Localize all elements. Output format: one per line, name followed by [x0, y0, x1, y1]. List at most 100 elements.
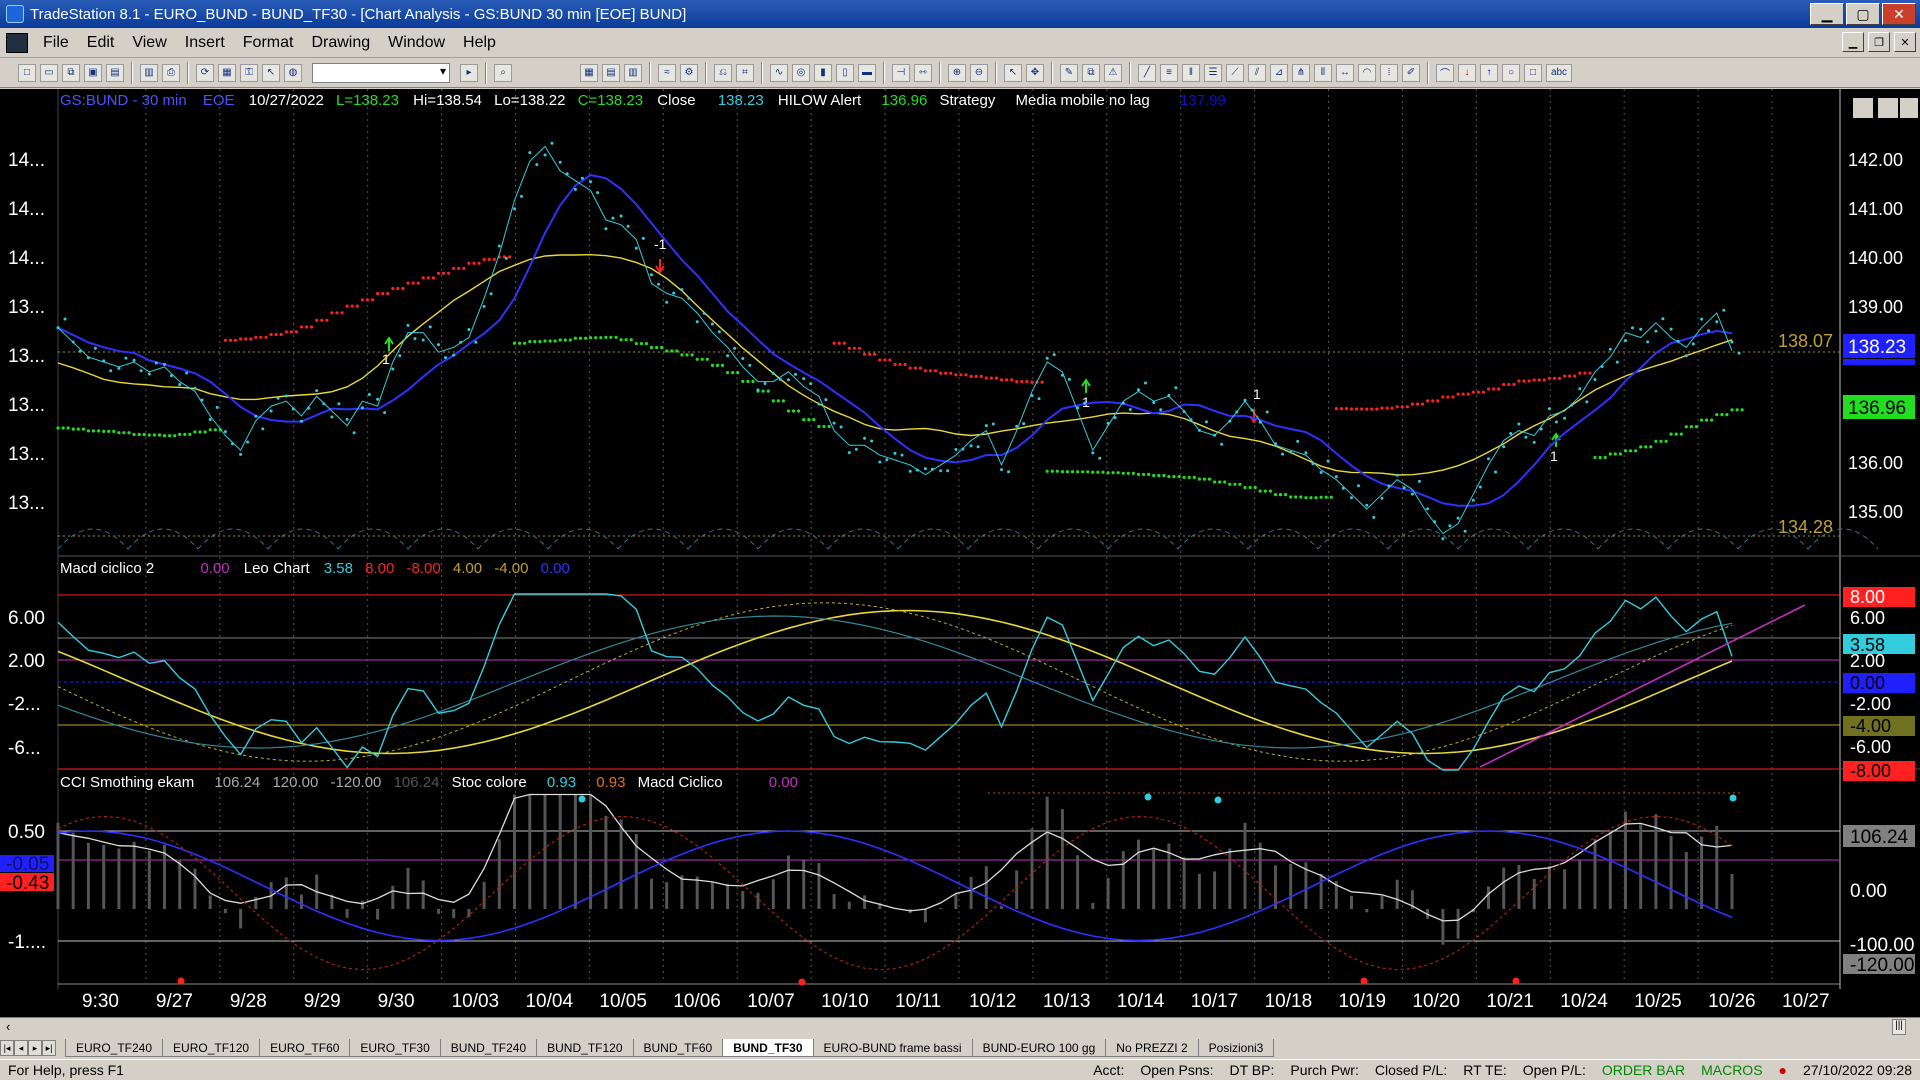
time-tick: 10/10 [821, 991, 869, 1012]
interval-icon[interactable]: ⊣ [892, 63, 910, 82]
tab-euro-tf60[interactable]: EURO_TF60 [259, 1039, 351, 1057]
tab-euro-tf120[interactable]: EURO_TF120 [162, 1039, 261, 1057]
refresh-icon[interactable]: ⟳ [196, 63, 214, 82]
close-button[interactable]: ✕ [1882, 3, 1916, 25]
folder-icon[interactable]: ▤ [106, 63, 124, 82]
tab-last-icon[interactable]: ▸| [42, 1040, 56, 1056]
open-icon[interactable]: ▭ [40, 63, 58, 82]
lock-icon[interactable]: ⚿ [240, 63, 258, 82]
menu-drawing[interactable]: Drawing [302, 34, 379, 52]
vertical-line-icon[interactable]: ‖ [1182, 63, 1200, 82]
tab-no-prezzi-2[interactable]: No PREZZI 2 [1105, 1039, 1199, 1057]
tab-first-icon[interactable]: |◂ [0, 1040, 14, 1056]
tab-euro-tf240[interactable]: EURO_TF240 [65, 1039, 164, 1057]
menu-window[interactable]: Window [379, 34, 454, 52]
up-arrow-icon[interactable]: ↑ [1480, 63, 1498, 82]
cursor-tool-icon[interactable]: ↖ [262, 63, 280, 82]
indicator-icon[interactable]: ∿ [770, 63, 788, 82]
zoom-in-icon[interactable]: ⊕ [948, 63, 966, 82]
speed-line-icon[interactable]: ⦙ [1380, 63, 1398, 82]
tab-bund-tf240[interactable]: BUND_TF240 [439, 1039, 538, 1057]
menu-insert[interactable]: Insert [176, 34, 234, 52]
maximize-button[interactable]: ▢ [1846, 3, 1880, 25]
symbol-combo[interactable] [312, 62, 450, 83]
tab-bund-tf30[interactable]: BUND_TF30 [722, 1039, 814, 1057]
arc-icon[interactable]: ⌒ [1436, 63, 1454, 82]
mdi-close-button[interactable]: ✕ [1894, 32, 1916, 52]
portfolio-icon[interactable]: ⚙ [680, 63, 698, 82]
andrews-pitchfork-icon[interactable]: ⋔ [1292, 63, 1310, 82]
bar-chart-icon[interactable]: ▮ [814, 63, 832, 82]
tracking-icon[interactable]: ✥ [1026, 63, 1044, 82]
zoom-out-icon[interactable]: ⊖ [970, 63, 988, 82]
line-chart-icon[interactable]: ▬ [858, 63, 876, 82]
chart-canvas[interactable]: GS:BUND - 30 min EOE 10/27/2022 L=138.23… [0, 89, 1920, 1017]
find-icon[interactable]: ⌕ [494, 63, 512, 82]
menu-help[interactable]: Help [454, 34, 505, 52]
trendline-icon[interactable]: ╱ [1138, 63, 1156, 82]
data-range-icon[interactable]: ⇿ [914, 63, 932, 82]
hilow-dot [1568, 374, 1572, 378]
price-bar-dot [170, 374, 173, 378]
cycle-icon[interactable]: ◠ [1358, 63, 1376, 82]
tab-bund-euro-100gg[interactable]: BUND-EURO 100 gg [971, 1039, 1107, 1057]
macros-button[interactable]: MACROS [1693, 1062, 1770, 1078]
mdi-minimize-button[interactable]: ▁ [1842, 32, 1864, 52]
candle-icon[interactable]: ▯ [836, 63, 854, 82]
chart-window-icon[interactable]: ▦ [580, 63, 598, 82]
tools-icon[interactable]: ✎ [1060, 63, 1078, 82]
copy-window-icon[interactable]: ⧉ [62, 63, 80, 82]
showme-icon[interactable]: ◎ [792, 63, 810, 82]
order-bar-button[interactable]: ORDER BAR [1594, 1062, 1693, 1078]
price-bar-dot [1235, 410, 1239, 414]
tab-bund-tf120[interactable]: BUND_TF120 [536, 1039, 634, 1057]
insert-analysis-icon[interactable]: ⎌ [714, 63, 732, 82]
tab-prev-icon[interactable]: ◂ [14, 1040, 28, 1056]
pane-close-button[interactable] [1900, 98, 1918, 118]
channel-icon[interactable]: ⫽ [1248, 63, 1266, 82]
menu-view[interactable]: View [123, 34, 175, 52]
tab-euro-bund-frame-bassi[interactable]: EURO-BUND frame bassi [812, 1039, 973, 1057]
radar-icon[interactable]: ▥ [624, 63, 642, 82]
scroll-left-arrow[interactable]: ‹ [6, 1019, 10, 1034]
horizontal-line-icon[interactable]: ≡ [1160, 63, 1178, 82]
alert-icon[interactable]: ⚠ [1104, 63, 1122, 82]
matrix-icon[interactable]: ▤ [602, 63, 620, 82]
play-icon[interactable]: ▸ [460, 63, 478, 82]
arrange-icon[interactable]: ⧉ [1082, 63, 1100, 82]
time-zone-icon[interactable]: ⦀ [1314, 63, 1332, 82]
minimize-button[interactable]: ▁ [1810, 3, 1844, 25]
text-tool-icon[interactable]: abc [1546, 63, 1572, 82]
workspace-icon[interactable]: ▣ [84, 63, 102, 82]
chart-props-icon[interactable]: ▦ [218, 63, 236, 82]
pointer-icon[interactable]: ↖ [1004, 63, 1022, 82]
tab-posizioni3[interactable]: Posizioni3 [1197, 1039, 1275, 1057]
pencil-icon[interactable]: ✐ [1402, 63, 1420, 82]
pane-minimize-button[interactable] [1853, 98, 1873, 118]
pane-restore-button[interactable] [1878, 98, 1898, 118]
tab-next-icon[interactable]: ▸ [28, 1040, 42, 1056]
globe-icon[interactable]: ◍ [284, 63, 302, 82]
chart-analysis-window[interactable]: GS:BUND - 30 min EOE 10/27/2022 L=138.23… [0, 89, 1920, 1021]
menu-format[interactable]: Format [234, 34, 303, 52]
gann-fan-icon[interactable]: ⟋ [1226, 63, 1244, 82]
ellipse-icon[interactable]: ○ [1502, 63, 1520, 82]
insert-strategy-icon[interactable]: ⌗ [736, 63, 754, 82]
new-icon[interactable]: □ [18, 63, 36, 82]
chart-document-icon[interactable] [6, 32, 28, 53]
down-arrow-icon[interactable]: ↓ [1458, 63, 1476, 82]
mdi-restore-button[interactable]: ❐ [1868, 32, 1890, 52]
tab-euro-tf30[interactable]: EURO_TF30 [349, 1039, 441, 1057]
menu-file[interactable]: File [34, 34, 78, 52]
regression-icon[interactable]: ⊿ [1270, 63, 1288, 82]
fibonacci-icon[interactable]: ☰ [1204, 63, 1222, 82]
scanner-icon[interactable]: ≈ [658, 63, 676, 82]
horizontal-scrollbar[interactable]: ‹ ||| [0, 1017, 1920, 1037]
save-icon[interactable]: ▥ [140, 63, 158, 82]
tab-bund-tf60[interactable]: BUND_TF60 [632, 1039, 724, 1057]
menu-edit[interactable]: Edit [78, 34, 124, 52]
range-icon[interactable]: ↔ [1336, 63, 1354, 82]
scroll-thumb[interactable]: ||| [1892, 1019, 1906, 1035]
rectangle-icon[interactable]: □ [1524, 63, 1542, 82]
print-icon[interactable]: ⎙ [162, 63, 180, 82]
